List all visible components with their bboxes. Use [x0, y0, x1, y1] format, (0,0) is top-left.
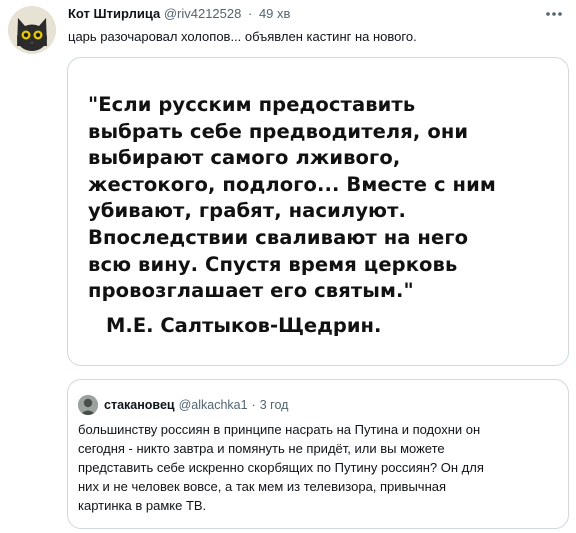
cat-avatar-icon[interactable] — [8, 6, 56, 54]
media-image[interactable]: "Если русским предоставить выбрать себе … — [67, 57, 569, 366]
quote-text: "Если русским предоставить выбрать себе … — [88, 92, 558, 305]
tweet-header: Кот Штирлица @riv4212528 · 49 хв — [68, 6, 536, 24]
quote-line: выбрать себе предводителя, они — [88, 119, 469, 143]
quote-line: убивают, грабят, насилуют. — [88, 199, 406, 223]
quoted-avatar-icon — [78, 395, 98, 415]
quoted-tweet-text: большинству россиян в принципе насрать н… — [78, 420, 558, 515]
quoted-timestamp: 3 год — [259, 398, 289, 412]
quoted-text-line: картинка в рамке ТВ. — [78, 498, 207, 513]
quoted-text-line: представить себе искренно скорбящих по П… — [78, 460, 484, 475]
quote-line: Впоследствии сваливают на него — [88, 225, 469, 249]
more-options-icon[interactable] — [542, 4, 566, 24]
meta-separator: · — [247, 6, 253, 21]
tweet-text: царь разочаровал холопов... объявлен кас… — [68, 29, 417, 44]
quote-line: жестокого, подлого... Вместе с ним — [88, 172, 496, 196]
quote-line: выбирают самого лживого, — [88, 146, 401, 170]
timestamp[interactable]: 49 хв — [259, 6, 290, 21]
quote-line: "Если русским предоставить — [88, 93, 416, 116]
quoted-text-line: сегодня - никто завтра и помянуть не при… — [78, 441, 445, 456]
quoted-author-name: стакановец — [104, 398, 175, 412]
quoted-text-line: них и не человек вовсе, а так мем из тел… — [78, 479, 447, 494]
meta-separator: · — [251, 398, 256, 412]
author-handle[interactable]: @riv4212528 — [164, 6, 242, 21]
quoted-tweet[interactable]: стакановец @alkachka1 · 3 год большинств… — [67, 379, 569, 529]
quote-line: всю вину. Спустя время церковь — [88, 252, 458, 276]
author-name[interactable]: Кот Штирлица — [68, 6, 160, 21]
quoted-text-line: большинству россиян в принципе насрать н… — [78, 422, 481, 437]
quoted-tweet-header: стакановец @alkachka1 · 3 год — [78, 395, 558, 415]
quote-line: провозглашает его святым." — [88, 279, 414, 303]
quoted-author-handle: @alkachka1 — [178, 398, 248, 412]
quote-author: М.Е. Салтыков-Щедрин. — [106, 314, 382, 337]
